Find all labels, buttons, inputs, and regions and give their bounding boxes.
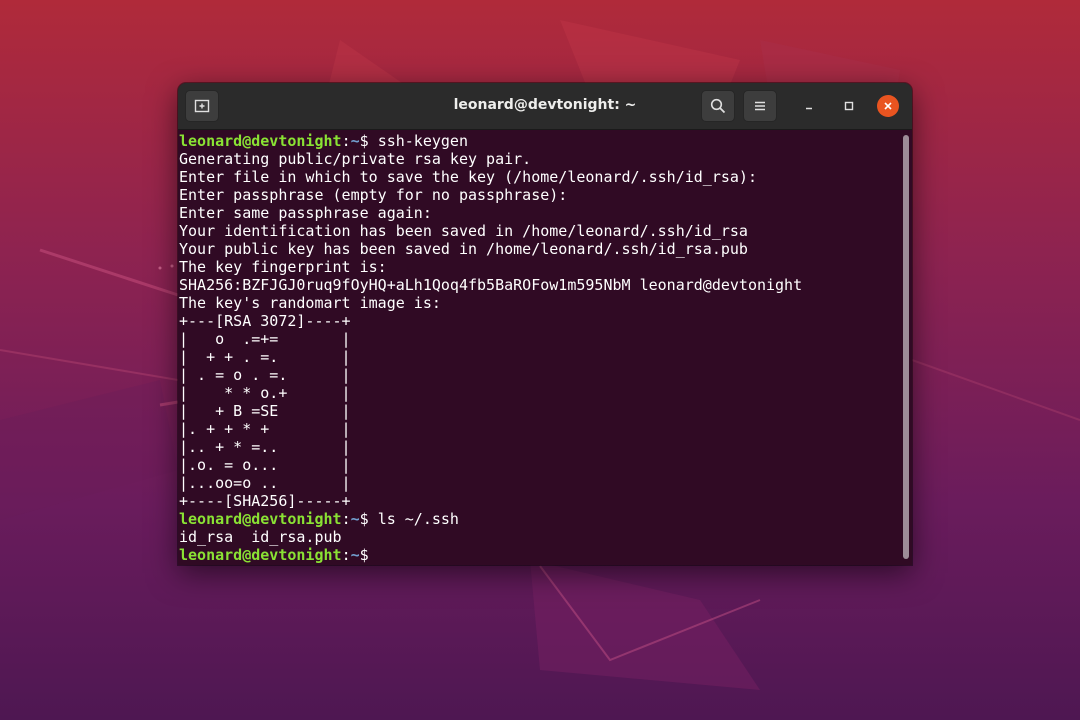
new-tab-icon <box>194 99 210 113</box>
prompt-symbol: $ <box>359 510 378 528</box>
output-line: Enter file in which to save the key (/ho… <box>179 168 757 186</box>
output-line: Your public key has been saved in /home/… <box>179 240 748 258</box>
randomart-line: |...oo=o .. | <box>179 474 351 492</box>
randomart-line: |. + + * + | <box>179 420 351 438</box>
prompt-user-host: leonard@devtonight <box>179 132 342 150</box>
prompt-path: ~ <box>350 132 360 150</box>
randomart-line: +----[SHA256]-----+ <box>179 492 351 510</box>
prompt-path: ~ <box>350 510 360 528</box>
randomart-line: |.o. = o... | <box>179 456 351 474</box>
window-titlebar[interactable]: leonard@devtonight: ~ <box>178 83 912 130</box>
randomart-line: |.. + * =.. | <box>179 438 351 456</box>
output-line: Enter passphrase (empty for no passphras… <box>179 186 568 204</box>
minimize-button[interactable] <box>798 95 820 117</box>
command-text: ls ~/.ssh <box>377 510 459 528</box>
minimize-icon <box>806 107 812 110</box>
prompt-path: ~ <box>350 546 360 564</box>
maximize-button[interactable] <box>838 95 860 117</box>
search-button[interactable] <box>701 90 735 122</box>
output-line: The key's randomart image is: <box>179 294 441 312</box>
ls-output: id_rsa id_rsa.pub <box>179 528 342 546</box>
prompt-line-keygen: leonard@devtonight:~$ ssh-keygen <box>179 132 900 150</box>
prompt-user-host: leonard@devtonight <box>179 510 342 528</box>
output-line: Enter same passphrase again: <box>179 204 432 222</box>
output-line: Generating public/private rsa key pair. <box>179 150 532 168</box>
prompt-separator: : <box>341 546 351 564</box>
prompt-symbol: $ <box>359 546 378 564</box>
output-line: The key fingerprint is: <box>179 258 387 276</box>
menu-button[interactable] <box>743 90 777 122</box>
prompt-separator: : <box>341 132 351 150</box>
prompt-line-ls: leonard@devtonight:~$ ls ~/.ssh <box>179 510 900 528</box>
command-text: ssh-keygen <box>377 132 468 150</box>
terminal-window[interactable]: leonard@devtonight: ~ leonard@devtonight… <box>178 83 912 565</box>
terminal-cursor <box>378 546 387 563</box>
prompt-line-current[interactable]: leonard@devtonight:~$ <box>179 546 900 564</box>
hamburger-menu-icon <box>755 101 765 111</box>
randomart-line: | o .=+= | <box>179 330 351 348</box>
maximize-icon <box>844 101 854 111</box>
key-fingerprint: SHA256:BZFJGJ0ruq9fOyHQ+aLh1Qoq4fb5BaROF… <box>179 276 803 294</box>
randomart-line: | . = o . =. | <box>179 366 351 384</box>
terminal-output-area[interactable]: leonard@devtonight:~$ ssh-keygen Generat… <box>178 130 900 565</box>
prompt-symbol: $ <box>359 132 378 150</box>
randomart-line: | * * o.+ | <box>179 384 351 402</box>
output-line: Your identification has been saved in /h… <box>179 222 748 240</box>
close-button[interactable] <box>877 95 899 117</box>
prompt-user-host: leonard@devtonight <box>179 546 342 564</box>
randomart-line: | + B =SE | <box>179 402 351 420</box>
search-icon <box>710 98 726 114</box>
randomart-line: | + + . =. | <box>179 348 351 366</box>
close-icon <box>884 102 892 110</box>
terminal-scrollbar[interactable] <box>903 135 909 559</box>
prompt-separator: : <box>341 510 351 528</box>
new-tab-button[interactable] <box>185 90 219 122</box>
randomart-line: +---[RSA 3072]----+ <box>179 312 351 330</box>
